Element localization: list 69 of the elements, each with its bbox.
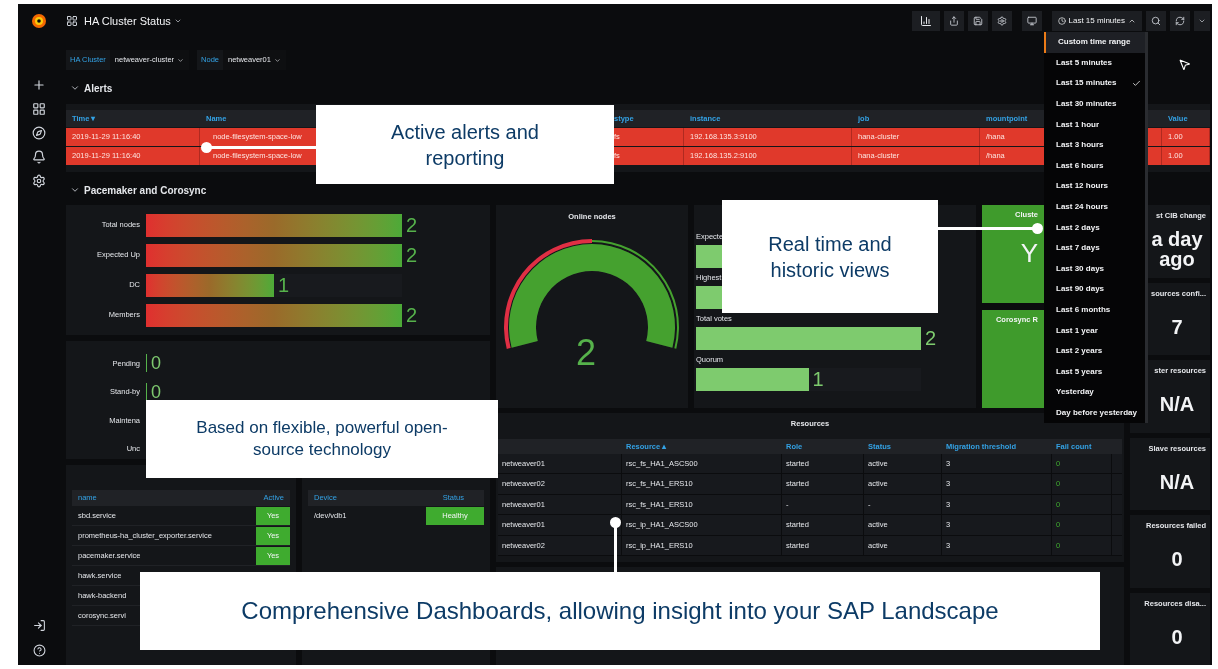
section-heading[interactable]: Alerts (84, 80, 113, 96)
bell-icon[interactable] (32, 150, 46, 164)
caret-icon (177, 56, 185, 64)
monitor-icon (1026, 16, 1037, 26)
tv-mode-button[interactable] (1021, 11, 1042, 31)
compass-icon[interactable] (32, 126, 46, 140)
menu-item[interactable]: Last 2 years (1044, 340, 1145, 362)
callout-text: Comprehensive Dashboards, allowing insight into your SAP Landscape (241, 596, 999, 626)
menu-item[interactable]: Last 6 months (1044, 299, 1145, 321)
bar-value: 2 (406, 245, 418, 265)
bar-value: 2 (925, 328, 937, 348)
clock-icon (1057, 17, 1066, 25)
share-icon (948, 16, 959, 26)
cursor-icon (1178, 58, 1191, 71)
gauge-value: 2 (576, 335, 597, 371)
stat-value: 0 (1170, 624, 1184, 650)
chart-icon (919, 15, 932, 27)
search-icon (1151, 16, 1161, 26)
logo-icon[interactable] (31, 12, 47, 30)
stat-value: 0 (1170, 547, 1184, 573)
menu-item[interactable]: Last 1 year (1044, 320, 1145, 341)
caret-icon (1198, 17, 1206, 25)
dashboard-title[interactable]: HA Cluster Status (84, 12, 171, 30)
menu-item[interactable]: Last 5 years (1044, 361, 1145, 383)
menu-item[interactable]: Day before yesterday (1044, 402, 1145, 424)
share-button[interactable] (943, 11, 964, 31)
refresh-icon (1175, 16, 1185, 26)
bar-value: 1 (812, 369, 824, 389)
menu-item[interactable]: Last 90 days (1044, 279, 1145, 300)
settings-icon[interactable] (32, 174, 46, 188)
save-icon (972, 16, 983, 26)
menu-item[interactable]: Last 30 days (1044, 258, 1145, 280)
menu-item[interactable]: Last 7 days (1044, 237, 1145, 259)
time-range-button[interactable]: Last 15 minutes (1051, 11, 1142, 31)
chevron-icon[interactable] (70, 83, 80, 93)
bar-value: 1 (278, 275, 290, 295)
help-icon[interactable] (32, 644, 46, 657)
chevron-icon[interactable] (70, 185, 80, 195)
bar-value: 2 (406, 305, 418, 325)
stat-value: N/A (1158, 469, 1196, 495)
stat-value: Y (1020, 240, 1039, 267)
menu-item[interactable]: Last 24 hours (1044, 196, 1145, 218)
callout-text: Based on flexible, powerful open-source technology (196, 417, 448, 461)
menu-item[interactable]: Last 15 minutes (1044, 73, 1145, 94)
stat-value: a day ago (1150, 227, 1204, 273)
add-panel-button[interactable] (911, 11, 940, 31)
refresh-button[interactable] (1170, 11, 1190, 31)
state-value: 0 (146, 354, 161, 373)
dashboards-icon[interactable] (32, 102, 46, 116)
callout-text: Real time and historic views (767, 231, 893, 283)
menu-item[interactable]: Last 5 minutes (1044, 52, 1145, 74)
sign-in-icon[interactable] (32, 619, 46, 632)
menu-item[interactable]: Last 12 hours (1044, 176, 1145, 197)
bar-value: 2 (406, 215, 418, 235)
dashboard-icon (66, 15, 78, 27)
menu-item[interactable]: Last 30 minutes (1044, 93, 1145, 115)
menu-item[interactable]: Custom time range (1044, 32, 1145, 53)
save-button[interactable] (967, 11, 988, 31)
menu-item[interactable]: Yesterday (1044, 382, 1145, 403)
settings-icon (996, 16, 1007, 26)
caret-icon (1128, 17, 1136, 25)
stat-value: 7 (1170, 314, 1184, 340)
section-heading[interactable]: Pacemaker and Corosync (84, 182, 207, 198)
zoom-out-button[interactable] (1146, 11, 1166, 31)
settings-button[interactable] (991, 11, 1012, 31)
caret-icon (273, 56, 281, 64)
add-icon[interactable] (32, 78, 46, 92)
menu-item[interactable]: Last 2 days (1044, 217, 1145, 238)
caret-icon[interactable] (173, 17, 182, 25)
